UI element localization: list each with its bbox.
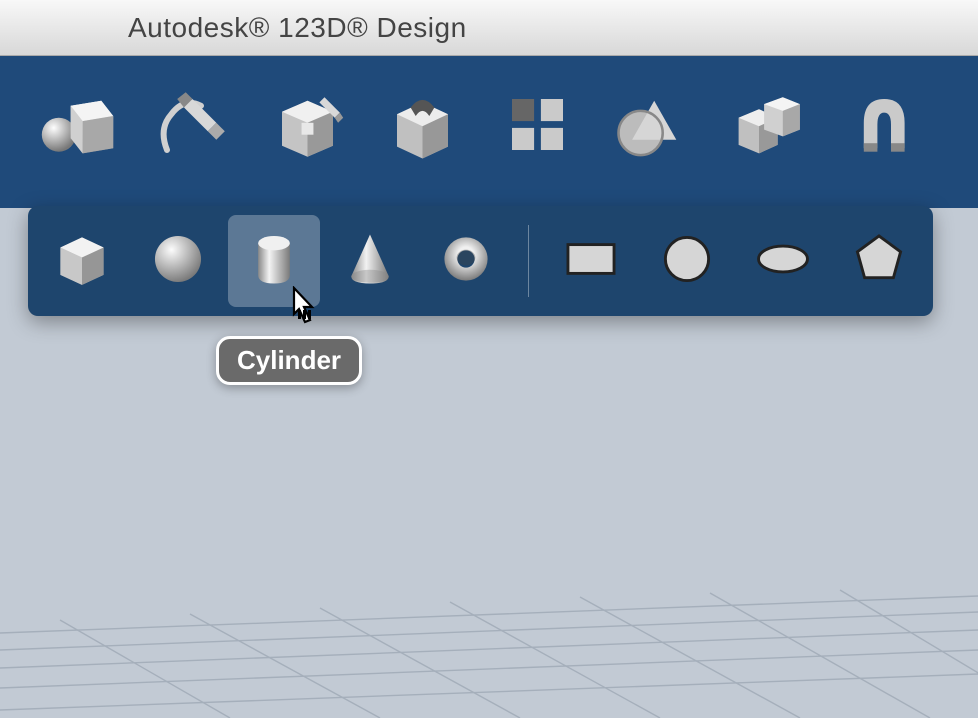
circle-2d-icon bbox=[651, 223, 723, 300]
main-toolbar bbox=[0, 56, 978, 208]
window-titlebar: Autodesk® 123D® Design bbox=[0, 0, 978, 56]
construct-box-icon bbox=[265, 82, 350, 172]
circle-sketch[interactable] bbox=[641, 215, 733, 307]
flyout-divider bbox=[528, 225, 529, 297]
box-primitive[interactable] bbox=[36, 215, 128, 307]
cube-combine-icon bbox=[725, 82, 810, 172]
shapes-group-icon bbox=[610, 82, 695, 172]
sketch-tool[interactable] bbox=[135, 74, 250, 179]
sphere-3d-icon bbox=[142, 223, 214, 300]
four-squares-icon bbox=[495, 82, 580, 172]
polygon-sketch[interactable] bbox=[833, 215, 925, 307]
polygon-2d-icon bbox=[843, 223, 915, 300]
rectangle-2d-icon bbox=[555, 223, 627, 300]
combine-tool[interactable] bbox=[710, 74, 825, 179]
modify-tool[interactable] bbox=[365, 74, 480, 179]
sphere-primitive[interactable] bbox=[132, 215, 224, 307]
snap-tool[interactable] bbox=[825, 74, 940, 179]
rectangle-sketch[interactable] bbox=[545, 215, 637, 307]
magnet-icon bbox=[840, 82, 925, 172]
cube-sphere-icon bbox=[35, 82, 120, 172]
pattern-tool[interactable] bbox=[480, 74, 595, 179]
box-3d-icon bbox=[46, 223, 118, 300]
primitives-tool[interactable] bbox=[20, 74, 135, 179]
tooltip: Cylinder bbox=[216, 336, 362, 385]
window-title: Autodesk® 123D® Design bbox=[128, 12, 467, 44]
torus-primitive[interactable] bbox=[420, 215, 512, 307]
tooltip-label: Cylinder bbox=[237, 345, 341, 375]
modify-cut-icon bbox=[380, 82, 465, 172]
ellipse-sketch[interactable] bbox=[737, 215, 829, 307]
grouping-tool[interactable] bbox=[595, 74, 710, 179]
construct-tool[interactable] bbox=[250, 74, 365, 179]
grid-plane bbox=[0, 588, 978, 718]
ellipse-2d-icon bbox=[747, 223, 819, 300]
cone-3d-icon bbox=[334, 223, 406, 300]
torus-3d-icon bbox=[430, 223, 502, 300]
primitives-flyout bbox=[28, 206, 933, 316]
sketch-pencil-icon bbox=[150, 82, 235, 172]
cone-primitive[interactable] bbox=[324, 215, 416, 307]
cursor-pointer-icon bbox=[288, 286, 326, 335]
